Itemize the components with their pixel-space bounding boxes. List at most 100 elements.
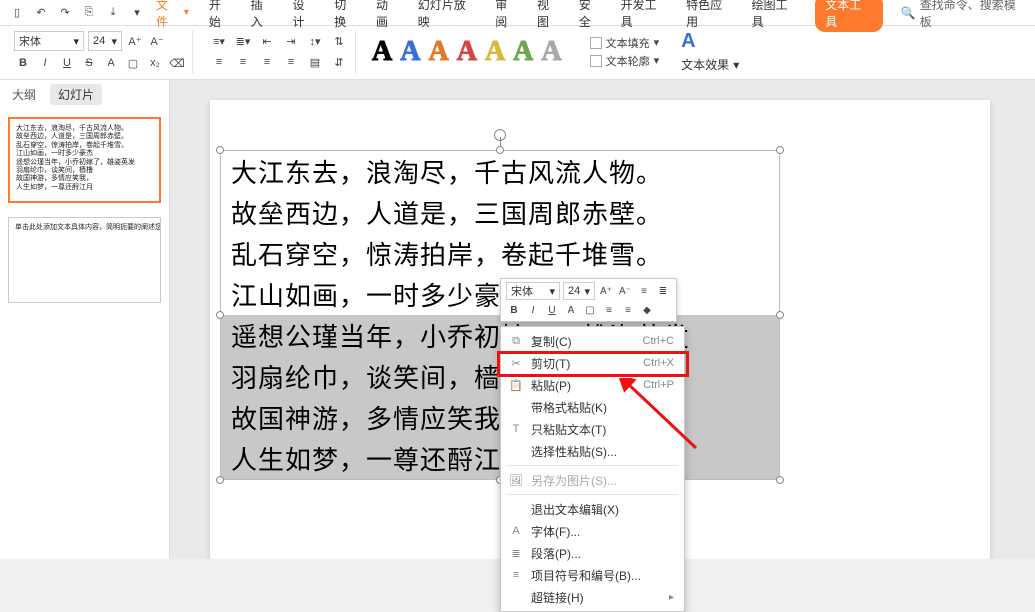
- search-box[interactable]: 🔍 查找命令、搜索模板: [901, 0, 1027, 30]
- mini-italic[interactable]: I: [525, 302, 541, 318]
- ctx-item-3[interactable]: 带格式粘贴(K): [501, 396, 684, 418]
- resize-handle[interactable]: [776, 311, 784, 319]
- menu-item-5[interactable]: 幻灯片放映: [416, 0, 479, 32]
- menu-item-8[interactable]: 安全: [577, 0, 605, 32]
- ctx-item-2[interactable]: 📋粘贴(P)Ctrl+P: [501, 374, 684, 396]
- ctx-item-1[interactable]: ✂剪切(T)Ctrl+X: [501, 352, 684, 374]
- mini-shrink-font[interactable]: A⁻: [617, 283, 633, 299]
- text-style-preset-2[interactable]: A: [428, 36, 448, 68]
- text-fill-button[interactable]: 文本填充▾: [590, 35, 660, 51]
- columns-button[interactable]: ▤: [305, 53, 325, 71]
- menu-item-3[interactable]: 切换: [332, 0, 360, 32]
- ctx-item-0[interactable]: ⧉复制(C)Ctrl+C: [501, 330, 684, 352]
- mini-align2[interactable]: ≡: [620, 302, 636, 318]
- poem-line[interactable]: 大江东去，浪淘尽，千古风流人物。: [221, 151, 779, 192]
- menu-item-2[interactable]: 设计: [290, 0, 318, 32]
- ribbon-toolbar: 宋体▾ 24▾ A⁺ A⁻ B I U S A ▢ x₂ ⌫ ≡▾ ≣▾ ⇤ ⇥…: [0, 26, 1035, 80]
- align-right-button[interactable]: ≡: [257, 53, 277, 71]
- align-justify-button[interactable]: ≡: [281, 53, 301, 71]
- menu-item-6[interactable]: 审阅: [493, 0, 521, 32]
- mini-grow-font[interactable]: A⁺: [598, 283, 614, 299]
- bullets-button[interactable]: ≡▾: [209, 32, 229, 50]
- ctx-item-11[interactable]: ≣段落(P)...: [501, 542, 684, 564]
- slide-thumb-2[interactable]: 单击此处添加文本具体内容，简明扼要的阐述您的观点。: [8, 217, 161, 303]
- qat-icon[interactable]: ↷: [56, 4, 74, 22]
- ctx-item-9[interactable]: 退出文本编辑(X): [501, 498, 684, 520]
- file-menu[interactable]: 文件: [156, 0, 180, 30]
- text-effects-label[interactable]: 文本效果▾: [681, 56, 739, 73]
- indent-inc-button[interactable]: ⇥: [281, 32, 301, 50]
- menu-item-11[interactable]: 绘图工具: [750, 0, 802, 32]
- menu-item-4[interactable]: 动画: [374, 0, 402, 32]
- mini-underline[interactable]: U: [544, 302, 560, 318]
- resize-handle[interactable]: [496, 146, 504, 154]
- qat-icon[interactable]: ▾: [128, 4, 146, 22]
- text-style-preset-3[interactable]: A: [457, 36, 477, 68]
- text-effects-button[interactable]: A: [681, 30, 739, 53]
- mini-font-select[interactable]: 宋体▾: [506, 282, 560, 300]
- resize-handle[interactable]: [776, 476, 784, 484]
- italic-button[interactable]: I: [36, 54, 54, 72]
- mini-font-color[interactable]: A: [563, 302, 579, 318]
- mini-bullets[interactable]: ≡: [636, 283, 652, 299]
- menu-item-12[interactable]: 文本工具: [815, 0, 883, 32]
- grow-font-icon[interactable]: A⁺: [126, 32, 144, 50]
- text-dir-button[interactable]: ⇵: [329, 53, 349, 71]
- ctx-item-5[interactable]: 选择性粘贴(S)...: [501, 440, 684, 462]
- mini-shape-fill[interactable]: ◆: [639, 302, 655, 318]
- qat-icon[interactable]: ↶: [32, 4, 50, 22]
- text-outline-button[interactable]: 文本轮廓▾: [590, 53, 660, 69]
- resize-handle[interactable]: [216, 476, 224, 484]
- underline-button[interactable]: U: [58, 54, 76, 72]
- align-left-button[interactable]: ≡: [209, 53, 229, 71]
- sort-button[interactable]: ⇅: [329, 32, 349, 50]
- mini-bold[interactable]: B: [506, 302, 522, 318]
- resize-handle[interactable]: [216, 311, 224, 319]
- menu-item-10[interactable]: 特色应用: [684, 0, 736, 32]
- text-style-preset-0[interactable]: A: [372, 36, 392, 68]
- text-style-preset-1[interactable]: A: [400, 36, 420, 68]
- font-color-button[interactable]: A: [102, 54, 120, 72]
- ctx-item-shortcut: Ctrl+P: [643, 379, 674, 391]
- menu-item-9[interactable]: 开发工具: [619, 0, 671, 32]
- subscript-button[interactable]: x₂: [146, 54, 164, 72]
- ctx-item-label: 退出文本编辑(X): [531, 501, 674, 518]
- ctx-item-10[interactable]: A字体(F)...: [501, 520, 684, 542]
- numbering-button[interactable]: ≣▾: [233, 32, 253, 50]
- menu-item-0[interactable]: 开始: [207, 0, 235, 32]
- menu-item-7[interactable]: 视图: [535, 0, 563, 32]
- align-center-button[interactable]: ≡: [233, 53, 253, 71]
- mini-numbering[interactable]: ≣: [655, 283, 671, 299]
- qat-icon[interactable]: ▯: [8, 4, 26, 22]
- tab-outline[interactable]: 大纲: [8, 84, 40, 105]
- ctx-item-4[interactable]: T只粘贴文本(T): [501, 418, 684, 440]
- menu-item-1[interactable]: 插入: [249, 0, 277, 32]
- text-style-preset-4[interactable]: A: [485, 36, 505, 68]
- ctx-item-13[interactable]: 超链接(H)▸: [501, 586, 684, 608]
- file-menu-dropdown-icon[interactable]: ▾: [184, 7, 189, 18]
- font-name-select[interactable]: 宋体▾: [14, 31, 84, 51]
- strike-button[interactable]: S: [80, 54, 98, 72]
- bold-button[interactable]: B: [14, 54, 32, 72]
- poem-line[interactable]: 乱石穿空，惊涛拍岸，卷起千堆雪。: [221, 233, 779, 274]
- font-size-select[interactable]: 24▾: [88, 31, 122, 51]
- tab-slides[interactable]: 幻灯片: [50, 84, 102, 105]
- mini-align[interactable]: ≡: [601, 302, 617, 318]
- text-style-preset-5[interactable]: A: [513, 36, 533, 68]
- shrink-font-icon[interactable]: A⁻: [148, 32, 166, 50]
- qat-icon[interactable]: ⎘: [80, 4, 98, 22]
- line-spacing-button[interactable]: ↕▾: [305, 32, 325, 50]
- qat-icon[interactable]: ⤓: [104, 4, 122, 22]
- highlight-button[interactable]: ▢: [124, 54, 142, 72]
- ctx-item-label: 复制(C): [531, 333, 635, 350]
- ctx-item-12[interactable]: ≡项目符号和编号(B)...: [501, 564, 684, 586]
- slide-thumb-1[interactable]: 大江东去，浪淘尽，千古风流人物。故垒西边，人道是，三国周郎赤壁。乱石穿空，惊涛拍…: [8, 117, 161, 203]
- indent-dec-button[interactable]: ⇤: [257, 32, 277, 50]
- poem-line[interactable]: 故垒西边，人道是，三国周郎赤壁。: [221, 192, 779, 233]
- mini-highlight[interactable]: ▢: [582, 302, 598, 318]
- mini-size-select[interactable]: 24▾: [563, 282, 595, 300]
- clear-format-button[interactable]: ⌫: [168, 54, 186, 72]
- resize-handle[interactable]: [776, 146, 784, 154]
- resize-handle[interactable]: [216, 146, 224, 154]
- text-style-preset-6[interactable]: A: [541, 36, 561, 68]
